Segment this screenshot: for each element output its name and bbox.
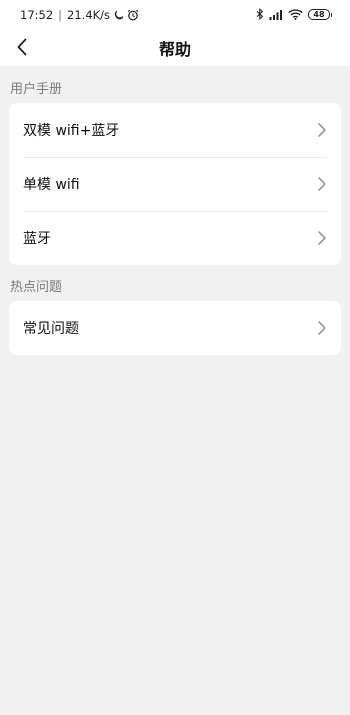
signal-icon bbox=[269, 9, 283, 20]
list-item-label: 双模 wifi+蓝牙 bbox=[23, 123, 120, 139]
nav-bar: 帮助 bbox=[0, 32, 350, 62]
status-time: 17:52 bbox=[20, 8, 54, 22]
list-item-label: 常见问题 bbox=[23, 321, 79, 337]
wifi-icon bbox=[288, 8, 303, 20]
list-item-faq[interactable]: 常见问题 bbox=[9, 301, 341, 355]
user-manual-card: 双模 wifi+蓝牙 单模 wifi 蓝牙 bbox=[9, 103, 341, 265]
list-item-single-mode-wifi[interactable]: 单模 wifi bbox=[9, 157, 341, 211]
status-left: 17:52 | 21.4K/s bbox=[20, 8, 139, 22]
chevron-right-icon bbox=[318, 177, 326, 191]
moon-icon bbox=[113, 10, 124, 21]
status-right: 48 bbox=[256, 8, 332, 20]
list-item-label: 蓝牙 bbox=[23, 231, 51, 247]
list-item-dual-mode-wifi-bluetooth[interactable]: 双模 wifi+蓝牙 bbox=[9, 103, 341, 157]
alarm-icon bbox=[127, 9, 139, 21]
bluetooth-icon bbox=[256, 8, 264, 20]
chevron-right-icon bbox=[318, 123, 326, 137]
network-speed: 21.4K/s bbox=[67, 8, 111, 22]
hot-questions-card: 常见问题 bbox=[9, 301, 341, 355]
section-header-user-manual: 用户手册 bbox=[10, 82, 63, 97]
section-header-hot-questions: 热点问题 bbox=[10, 280, 63, 295]
battery-icon: 48 bbox=[308, 8, 332, 20]
status-separator: | bbox=[58, 8, 63, 22]
page-title: 帮助 bbox=[158, 40, 191, 59]
chevron-right-icon bbox=[318, 321, 326, 335]
top-bar: 17:52 | 21.4K/s 48 帮助 bbox=[0, 0, 350, 66]
chevron-right-icon bbox=[318, 231, 326, 245]
list-item-label: 单模 wifi bbox=[23, 177, 80, 193]
status-bar: 17:52 | 21.4K/s 48 bbox=[0, 0, 350, 32]
list-item-bluetooth[interactable]: 蓝牙 bbox=[9, 211, 341, 265]
